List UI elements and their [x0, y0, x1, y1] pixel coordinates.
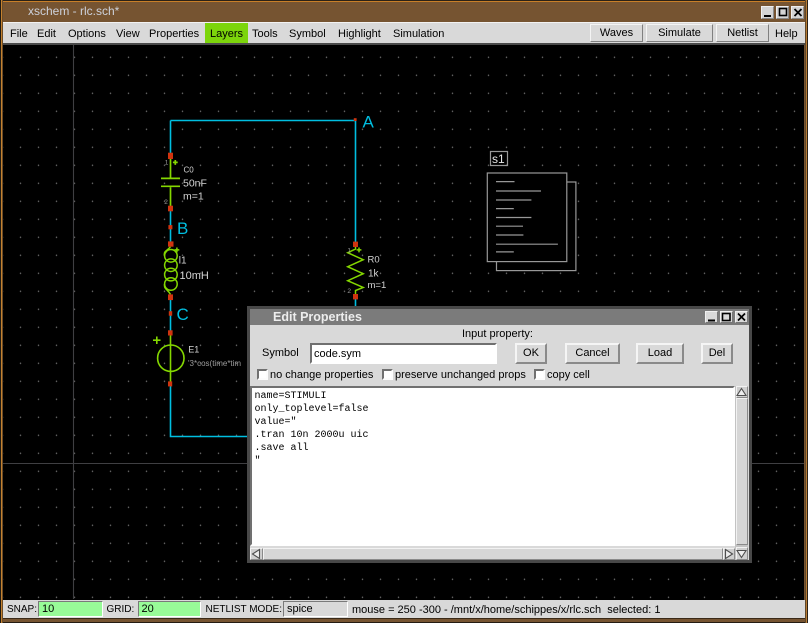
svg-text:1k: 1k: [368, 268, 380, 279]
svg-text:C: C: [177, 305, 189, 324]
svg-text:1: 1: [165, 159, 169, 166]
svg-text:A: A: [363, 112, 375, 131]
svg-text:s1: s1: [492, 152, 505, 166]
svg-text:E1: E1: [188, 344, 199, 354]
svg-text:l1: l1: [179, 255, 187, 266]
svg-text:2: 2: [164, 199, 168, 206]
svg-text:'3*cos(time*tim: '3*cos(time*tim: [188, 359, 241, 368]
svg-text:C0: C0: [184, 166, 195, 175]
svg-text:B: B: [177, 219, 188, 238]
svg-text:10mH: 10mH: [180, 270, 209, 282]
svg-text:m=1: m=1: [183, 191, 204, 203]
svg-text:R0: R0: [368, 255, 380, 266]
svg-text:50nF: 50nF: [183, 178, 207, 190]
svg-text:m=1: m=1: [368, 280, 387, 291]
svg-text:1: 1: [347, 248, 351, 255]
svg-text:2: 2: [347, 288, 351, 295]
